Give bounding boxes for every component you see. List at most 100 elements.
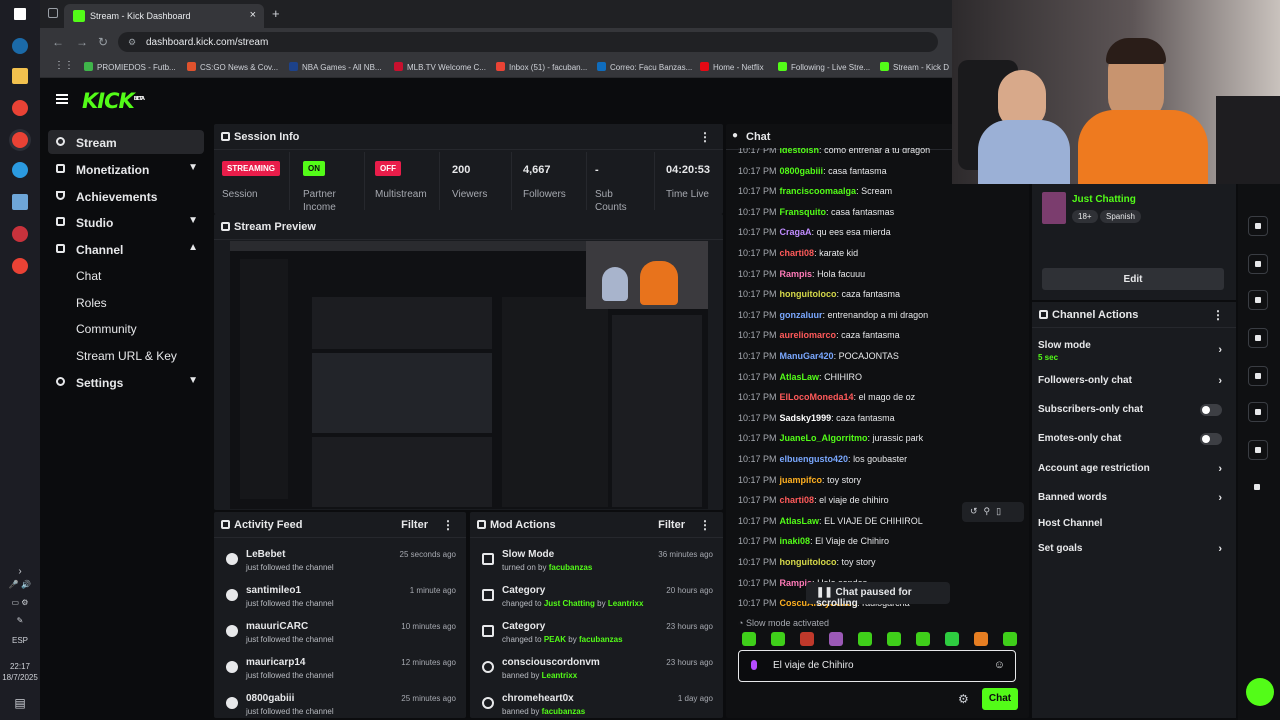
emote-icon[interactable] <box>742 632 756 646</box>
send-chat-button[interactable]: Chat <box>982 688 1018 710</box>
chat-input-value[interactable]: El viaje de Chihiro <box>773 660 854 671</box>
chat-message[interactable]: 10:17 PM idestoish: como entrenar a tu dr… <box>738 148 930 155</box>
folder-icon[interactable] <box>12 68 28 84</box>
broadcast-icon[interactable] <box>1248 366 1268 386</box>
mod-action-name[interactable]: consciouscordonvm <box>502 657 600 668</box>
chat-input[interactable]: El viaje de Chihiro ☺ <box>738 650 1016 682</box>
pen-icon[interactable]: ✎ <box>0 616 40 625</box>
chevron-up-icon[interactable]: › <box>0 566 40 577</box>
account-age-action[interactable]: Account age restriction › <box>1038 463 1222 475</box>
chat-username[interactable]: JuaneLo_Algorritmo <box>780 433 868 443</box>
slow-mode-action[interactable]: Slow mode 5 sec › <box>1038 340 1222 362</box>
activity-username[interactable]: LeBebet <box>246 549 285 560</box>
chat-message[interactable]: 10:17 PM CragaA: qu ees esa mierda <box>738 227 891 237</box>
emote-icon[interactable] <box>800 632 814 646</box>
mic-icon[interactable]: 🎤 🔊 <box>0 580 40 589</box>
chat-username[interactable]: 0800gabiii <box>780 166 824 176</box>
mic-icon[interactable] <box>751 660 757 670</box>
followers-only-action[interactable]: Followers-only chat › <box>1038 375 1222 387</box>
emotes-only-toggle[interactable] <box>1200 433 1222 445</box>
activity-username[interactable]: mauricarp14 <box>246 657 305 668</box>
host-channel-action[interactable]: Host Channel <box>1038 518 1222 529</box>
more-options-icon[interactable]: ⋮ <box>1212 308 1224 322</box>
bookmark-item[interactable]: Following - Live Stre... <box>778 62 870 72</box>
sidebar-subitem-stream-url-key[interactable]: Stream URL & Key <box>76 349 177 363</box>
emote-icon[interactable] <box>974 632 988 646</box>
subscribers-only-toggle[interactable] <box>1200 404 1222 416</box>
bookmark-item[interactable]: Correo: Facu Banzas... <box>597 62 692 72</box>
chat-username[interactable]: AtlasLaw <box>780 372 820 382</box>
support-icon[interactable] <box>1246 678 1274 706</box>
sidebar-subitem-community[interactable]: Community <box>76 322 137 336</box>
chrome-profile-icon[interactable] <box>12 258 28 274</box>
message-actions[interactable]: ↺⚲▯ <box>962 502 1024 522</box>
chat-message[interactable]: 10:17 PM charti08: karate kid <box>738 248 858 258</box>
bookmark-item[interactable]: Inbox (51) - facuban... <box>496 62 587 72</box>
emote-icon[interactable] <box>945 632 959 646</box>
back-icon[interactable]: ← <box>52 35 64 49</box>
pin-icon[interactable]: ⚲ <box>984 506 997 516</box>
reply-icon[interactable]: ↺ <box>970 506 984 516</box>
chat-message[interactable]: 10:17 PM charti08: el viaje de chihiro <box>738 495 889 505</box>
network-icon[interactable]: ▭ ⚙ <box>0 598 40 607</box>
forward-icon[interactable]: → <box>76 35 88 49</box>
sidebar-subitem-roles[interactable]: Roles <box>76 296 107 310</box>
browser-tab[interactable]: Stream - Kick Dashboard × <box>64 4 264 28</box>
delete-icon[interactable]: ▯ <box>996 506 1007 516</box>
chat-message[interactable]: 10:17 PM AtlasLaw: CHIHIRO <box>738 372 862 382</box>
bookmark-item[interactable]: Home - Netflix <box>700 62 764 72</box>
chrome-active-icon[interactable] <box>12 132 28 148</box>
bookmark-item[interactable]: Stream - Kick D <box>880 62 949 72</box>
chat-username[interactable]: charti08 <box>780 495 815 505</box>
bookmark-item[interactable]: MLB.TV Welcome C... <box>394 62 486 72</box>
chat-message[interactable]: 10:17 PM 0800gabiii: casa fantasma <box>738 166 887 176</box>
edge-icon[interactable] <box>12 162 28 178</box>
tab-search-icon[interactable] <box>48 8 58 18</box>
wrench-icon[interactable] <box>1248 440 1268 460</box>
list-item[interactable]: Category changed to PEAK by facubanzas 23 … <box>470 620 723 656</box>
list-item[interactable]: mauricarp14 just followed the channel 12 m… <box>214 656 466 692</box>
bookmark-item[interactable]: CS:GO News & Cov... <box>187 62 278 72</box>
chat-message[interactable]: 10:17 PM gonzaluur: entrenandop a mi drag… <box>738 310 928 320</box>
chat-message[interactable]: 10:17 PM ManuGar420: POCAJONTAS <box>738 351 899 361</box>
chat-username[interactable]: Fransquito <box>780 207 827 217</box>
activity-username[interactable]: 0800gabiii <box>246 693 294 704</box>
more-options-icon[interactable]: ⋮ <box>699 518 711 532</box>
kick-logo[interactable]: KICKBETA <box>82 89 145 113</box>
reload-icon[interactable]: ↻ <box>98 35 108 49</box>
emote-icon[interactable] <box>771 632 785 646</box>
chat-username[interactable]: honguitoloco <box>780 289 837 299</box>
emote-icon[interactable] <box>1003 632 1017 646</box>
set-goals-action[interactable]: Set goals › <box>1038 543 1222 555</box>
list-item[interactable]: santimileo1 just followed the channel 1 mi… <box>214 584 466 620</box>
windows-start-icon[interactable] <box>14 8 26 20</box>
list-item[interactable]: consciouscordonvm banned by Leantrixx 23 h… <box>470 656 723 692</box>
sidebar-item-stream[interactable]: Stream <box>48 130 204 154</box>
chat-username[interactable]: charti08 <box>780 248 815 258</box>
more-options-icon[interactable]: ⋮ <box>699 130 711 144</box>
subscribers-only-action[interactable]: Subscribers-only chat <box>1038 404 1222 416</box>
sidebar-item-monetization[interactable]: Monetization ▼ <box>48 157 204 181</box>
list-item[interactable]: Slow Mode turned on by facubanzas 36 minut… <box>470 548 723 584</box>
clipboard-icon[interactable] <box>1248 290 1268 310</box>
emotes-only-action[interactable]: Emotes-only chat <box>1038 433 1222 445</box>
chat-username[interactable]: ElLocoMoneda14 <box>780 392 854 402</box>
chrome-icon[interactable] <box>12 100 28 116</box>
more-options-icon[interactable]: ⋮ <box>442 518 454 532</box>
steam-icon[interactable] <box>12 38 28 54</box>
chat-username[interactable]: juampifco <box>780 475 823 485</box>
chat-username[interactable]: gonzaluur <box>780 310 823 320</box>
fullscreen-icon[interactable] <box>1248 216 1268 236</box>
chat-username[interactable]: franciscoomaalga <box>780 186 857 196</box>
chat-message[interactable]: 10:17 PM JuaneLo_Algorritmo: jurassic par… <box>738 433 923 443</box>
emote-icon[interactable] <box>858 632 872 646</box>
chat-message[interactable]: 10:17 PM AtlasLaw: EL VIAJE DE CHIHIROL <box>738 516 923 526</box>
filter-button[interactable]: Filter <box>401 519 428 531</box>
edit-stream-button[interactable]: Edit <box>1042 268 1224 290</box>
chat-paused-pill[interactable]: ❚❚ Chat paused for scrolling <box>806 582 950 609</box>
chat-settings-icon[interactable]: ⚙ <box>958 692 969 706</box>
list-item[interactable]: LeBebet just followed the channel 25 secon… <box>214 548 466 584</box>
chat-username[interactable]: elbuengusto420 <box>780 454 849 464</box>
clock-time[interactable]: 22:17 <box>0 662 40 671</box>
menu-icon[interactable] <box>56 94 68 104</box>
